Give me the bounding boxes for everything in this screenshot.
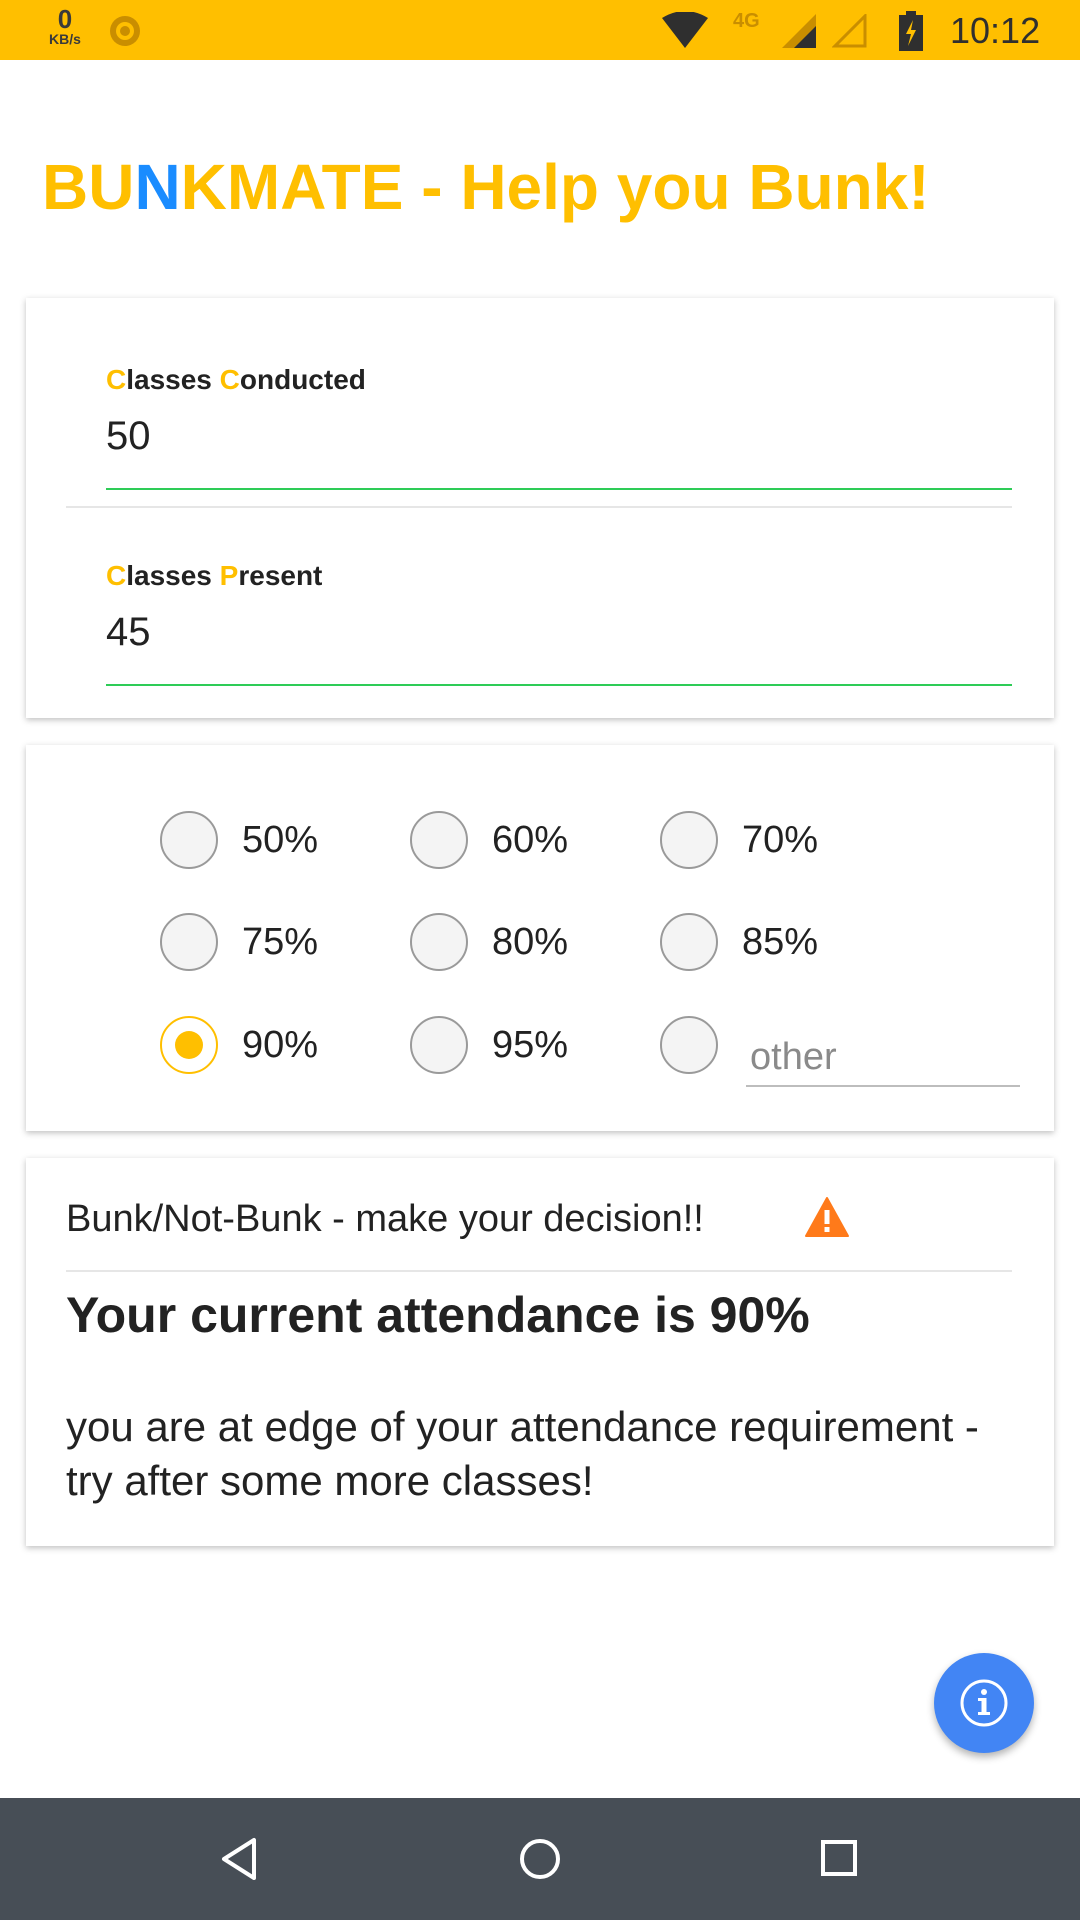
status-bar: 0 KB/s 4G 10:12 [0,0,1080,60]
classes-conducted-input[interactable] [106,414,1012,459]
radio-label: 95% [492,1023,569,1066]
recents-icon[interactable] [815,1834,865,1884]
attendance-result-message: you are at edge of your attendance requi… [66,1403,979,1504]
result-header: Bunk/Not-Bunk - make your decision!! [66,1198,704,1240]
radio-option-90[interactable]: 90% [160,1015,318,1075]
radio-button[interactable] [410,811,468,869]
radio-button[interactable] [160,811,218,869]
label-text: onducted [239,364,366,395]
app-title: BUNKMATE - Help you Bunk! [42,150,930,224]
wifi-icon [662,12,708,48]
radio-option-other[interactable] [660,1015,718,1075]
radio-label: 90% [242,1023,319,1066]
label-initial: P [219,560,239,591]
radio-label: 80% [492,920,569,963]
classes-conducted-label: Classes Conducted [106,364,366,396]
app-title-part-2: KMATE - Help you Bunk! [180,151,930,223]
radio-label: 50% [242,818,319,861]
radio-option-50[interactable]: 50% [160,810,318,870]
label-text: lasses [126,560,220,591]
radio-button-selected[interactable] [160,1016,218,1074]
data-rate: 0 KB/s [40,6,90,46]
data-rate-unit: KB/s [49,31,81,47]
radio-button[interactable] [660,913,718,971]
radio-option-70[interactable]: 70% [660,810,818,870]
radio-button[interactable] [410,913,468,971]
label-text: lasses [126,364,220,395]
requirement-card: 50% 60% 70% 75% 80% 85% 90% 95% [26,745,1054,1131]
radio-label: 75% [242,920,319,963]
network-type: 4G [733,10,760,32]
divider [66,506,1012,508]
label-initial: C [106,364,127,395]
classes-present-input[interactable] [106,610,1012,655]
attendance-result-title: Your current attendance is 90% [66,1287,810,1343]
warning-icon [805,1197,849,1237]
result-card: Bunk/Not-Bunk - make your decision!! You… [26,1158,1054,1546]
radio-option-75[interactable]: 75% [160,912,318,972]
radio-label: 70% [742,818,819,861]
info-button[interactable] [934,1653,1034,1753]
radio-label: 60% [492,818,569,861]
signal-empty-icon [832,14,867,48]
clock: 10:12 [950,10,1041,51]
radio-option-85[interactable]: 85% [660,912,818,972]
info-icon [960,1679,1008,1727]
back-icon[interactable] [216,1834,266,1884]
classes-present-field: Classes Present [106,526,1012,686]
app-title-part-1: BU [42,151,135,223]
attendance-input-card: Classes Conducted Classes Present [26,298,1054,718]
radio-option-60[interactable]: 60% [410,810,568,870]
radio-button[interactable] [410,1016,468,1074]
radio-option-95[interactable]: 95% [410,1015,568,1075]
classes-conducted-field: Classes Conducted [106,330,1012,490]
radio-button[interactable] [660,1016,718,1074]
classes-present-label: Classes Present [106,560,322,592]
label-text: resent [238,560,323,591]
home-icon[interactable] [515,1834,565,1884]
navigation-bar [0,1798,1080,1920]
label-initial: C [219,364,240,395]
other-percentage-input[interactable] [746,1029,1020,1087]
radio-button[interactable] [660,811,718,869]
label-initial: C [106,560,127,591]
radio-button[interactable] [160,913,218,971]
sun-icon [110,16,140,46]
signal-icon [782,14,816,48]
data-rate-value: 0 [57,4,73,34]
divider [66,1270,1012,1272]
radio-option-80[interactable]: 80% [410,912,568,972]
radio-label: 85% [742,920,819,963]
battery-charging-icon [899,11,923,51]
app-title-highlight: N [134,151,181,223]
